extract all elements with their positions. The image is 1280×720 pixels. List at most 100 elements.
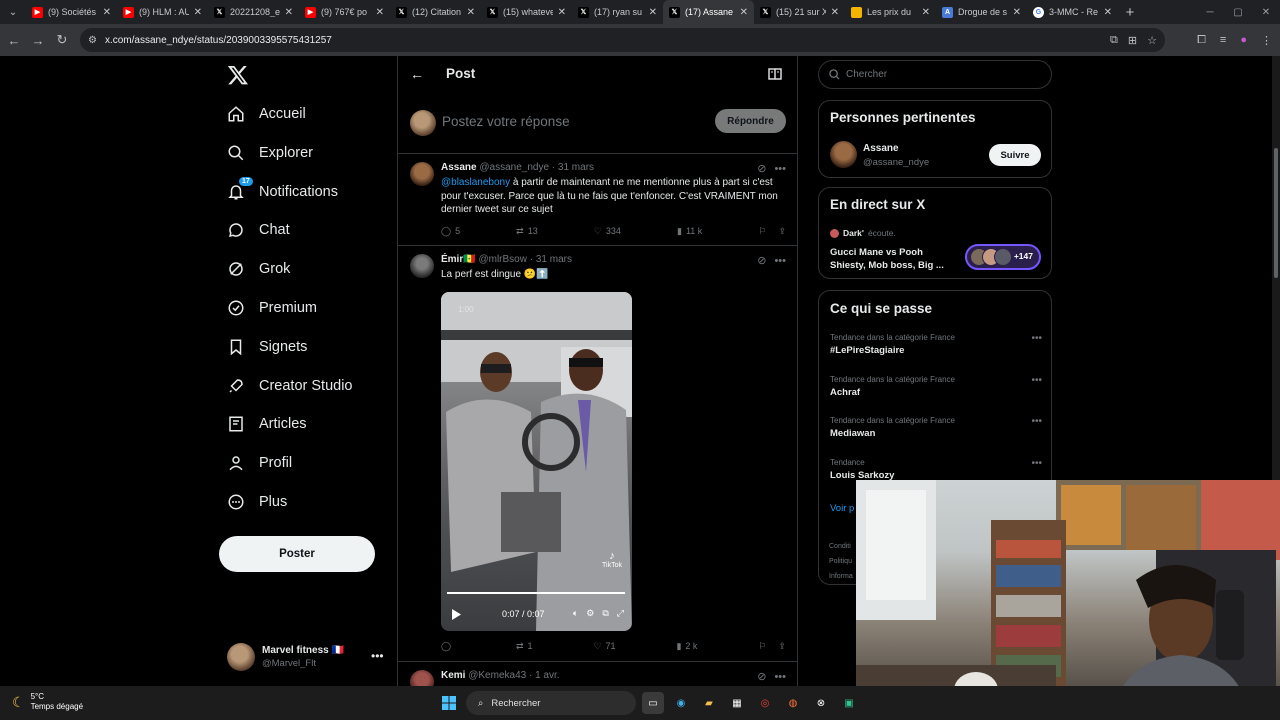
nav-item-plus[interactable]: Plus — [227, 490, 287, 514]
pip-icon[interactable]: ⧉ — [602, 608, 608, 619]
back-arrow-icon[interactable]: ← — [410, 66, 424, 82]
footer-link[interactable]: Politiqu — [829, 554, 853, 569]
edge-icon[interactable]: ◉ — [670, 692, 692, 714]
tab-search-icon[interactable]: ⌄ — [0, 0, 26, 24]
browser-tab[interactable]: 𝕏 (15) whateve ✕ — [481, 0, 572, 24]
close-tab-icon[interactable]: ✕ — [831, 7, 839, 18]
trend-item[interactable]: Tendance dans la catégorie France #LePire… — [830, 333, 1042, 356]
chrome-icon[interactable]: ◎ — [754, 692, 776, 714]
repost-action[interactable]: ⇄ 13 — [516, 226, 538, 237]
avatar[interactable] — [830, 141, 857, 168]
tweet-date[interactable]: · 31 mars — [552, 162, 594, 173]
browser-tab[interactable]: 𝕏 (12) Citation ✕ — [390, 0, 481, 24]
media-icon[interactable]: ≡ — [1220, 34, 1226, 46]
browser-tab[interactable]: G 3-MMC - Re ✕ — [1027, 0, 1118, 24]
follow-button[interactable]: Suivre — [989, 144, 1041, 166]
extensions-icon[interactable]: ⧠ — [1197, 34, 1206, 47]
more-icon[interactable]: ••• — [774, 163, 786, 175]
join-space-pill[interactable]: +147 — [965, 244, 1041, 270]
back-icon[interactable]: ← — [2, 24, 26, 56]
browser-tab[interactable]: 𝕏 (17) ryan su ✕ — [572, 0, 663, 24]
reply-action[interactable]: ◯ — [441, 641, 455, 652]
author-handle[interactable]: @mlrBsow — [478, 254, 527, 265]
more-icon[interactable]: ••• — [1031, 375, 1042, 386]
bookmark-icon[interactable]: ⚐ — [758, 641, 766, 652]
nav-item-notifications[interactable]: 17 Notifications — [227, 176, 338, 204]
browser-tab[interactable]: 𝕏 20221208_e ✕ — [208, 0, 299, 24]
show-more-link[interactable]: Voir p — [830, 503, 854, 514]
profile-icon[interactable]: ● — [1240, 34, 1247, 46]
maximize-icon[interactable]: ▢ — [1224, 0, 1252, 24]
more-icon[interactable]: ••• — [1031, 333, 1042, 344]
avatar[interactable] — [410, 670, 434, 686]
forward-icon[interactable]: → — [26, 24, 50, 56]
nav-item-premium[interactable]: Premium — [227, 296, 317, 320]
nav-item-chat[interactable]: Chat — [227, 218, 290, 242]
share-icon[interactable]: ⇪ — [778, 226, 786, 237]
close-tab-icon[interactable]: ✕ — [1013, 7, 1021, 18]
views-action[interactable]: ▮ 2 k — [676, 641, 697, 652]
tweet[interactable]: Kemi @Kemeka43 · 1 avr. ⊘ ••• — [398, 662, 797, 686]
trend-item[interactable]: Tendance dans la catégorie France Achraf •… — [830, 375, 1042, 398]
reply-input[interactable]: Postez votre réponse — [442, 114, 570, 129]
browser-tab[interactable]: 𝕏 (17) Assane ✕ — [663, 0, 754, 24]
share-icon[interactable]: ⇪ — [778, 641, 786, 652]
browser-tab[interactable]: 𝕏 (15) 21 sur X ✕ — [754, 0, 845, 24]
person-name[interactable]: Assane — [863, 143, 899, 154]
space-title[interactable]: Gucci Mane vs Pooh Shiesty, Mob boss, Bi… — [830, 246, 955, 272]
video-progress[interactable] — [447, 592, 625, 594]
nav-item-creator-studio[interactable]: Creator Studio — [227, 374, 353, 398]
footer-link[interactable]: Informa — [829, 569, 853, 584]
volume-icon[interactable]: 🔈︎ — [573, 608, 578, 619]
weather-widget[interactable]: ☾ 5°C Temps dégagé — [12, 692, 83, 712]
file-explorer-icon[interactable]: ▰ — [698, 692, 720, 714]
reply-button[interactable]: Répondre — [715, 109, 786, 133]
new-tab-button[interactable]: + — [1118, 4, 1142, 21]
close-tab-icon[interactable]: ✕ — [103, 7, 111, 18]
star-icon[interactable]: ☆ — [1147, 34, 1157, 47]
author-handle[interactable]: @Kemeka43 — [468, 670, 526, 681]
trend-item[interactable]: Tendance Louis Sarkozy ••• — [830, 458, 1042, 481]
close-tab-icon[interactable]: ✕ — [558, 7, 566, 18]
capcut-icon[interactable]: ⊗ — [810, 692, 832, 714]
footer-link[interactable]: Conditi — [829, 539, 853, 554]
author-name[interactable]: Assane — [441, 162, 477, 173]
close-tab-icon[interactable]: ✕ — [285, 7, 293, 18]
close-window-icon[interactable]: ✕ — [1252, 0, 1280, 24]
install-icon[interactable]: ⊞ — [1128, 34, 1137, 47]
x-logo-icon[interactable] — [227, 64, 249, 86]
more-icon[interactable]: ••• — [774, 671, 786, 683]
browser-tab[interactable]: ▶ (9) HLM : AU ✕ — [117, 0, 208, 24]
close-tab-icon[interactable]: ✕ — [740, 7, 748, 18]
like-action[interactable]: ♡ 334 — [594, 226, 621, 237]
task-view-icon[interactable]: ▭ — [642, 692, 664, 714]
reply-action[interactable]: ◯ 5 — [441, 226, 460, 237]
omnibox[interactable]: ⚙ x.com/assane_ndye/status/2039003395575… — [80, 28, 1165, 52]
nav-item-grok[interactable]: Grok — [227, 257, 290, 281]
tweet[interactable]: Émir🇸🇳 @mlrBsow · 31 mars ⊘ ••• La perf … — [398, 246, 797, 662]
author-name[interactable]: Kemi — [441, 670, 465, 681]
url-text[interactable]: x.com/assane_ndye/status/203900339557543… — [105, 35, 332, 46]
author-name[interactable]: Émir🇸🇳 — [441, 254, 476, 265]
repost-action[interactable]: ⇄ 1 — [516, 641, 533, 652]
search-input[interactable]: Chercher — [818, 60, 1052, 89]
views-action[interactable]: ▮ 11 k — [677, 226, 702, 237]
grok-icon[interactable]: ⊘ — [757, 162, 766, 175]
firefox-icon[interactable]: ◍ — [782, 692, 804, 714]
close-tab-icon[interactable]: ✕ — [194, 7, 202, 18]
tweet-date[interactable]: · 31 mars — [530, 254, 572, 265]
more-icon[interactable]: ••• — [1031, 458, 1042, 469]
like-action[interactable]: ♡ 71 — [593, 641, 615, 652]
play-icon[interactable] — [450, 608, 462, 621]
close-tab-icon[interactable]: ✕ — [1104, 7, 1112, 18]
scrollbar-thumb[interactable] — [1274, 148, 1278, 278]
person-handle[interactable]: @assane_ndye — [863, 157, 929, 168]
cast-icon[interactable]: ⧉ — [1110, 34, 1118, 47]
account-switcher[interactable]: Marvel fitness 🇫🇷 @Marvel_Flt ••• — [227, 641, 397, 673]
more-icon[interactable]: ••• — [774, 255, 786, 267]
tweet[interactable]: Assane @assane_ndye · 31 mars ⊘ ••• @bla… — [398, 154, 797, 246]
browser-tab[interactable]: ▶ (9) 767€ po ✕ — [299, 0, 390, 24]
nav-item-accueil[interactable]: Accueil — [227, 102, 306, 126]
settings-icon[interactable]: ⚙ — [586, 608, 594, 619]
menu-icon[interactable]: ⋮ — [1261, 34, 1272, 47]
